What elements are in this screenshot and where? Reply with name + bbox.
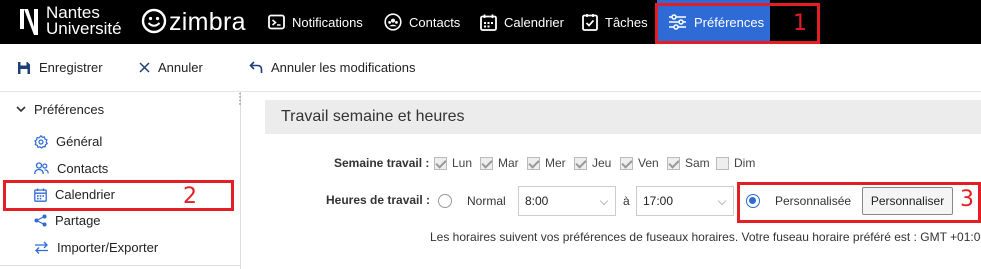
day-label: Mer [545, 156, 566, 170]
end-time-select[interactable]: 17:00 [636, 186, 734, 216]
day-label: Dim [734, 156, 756, 170]
settings-gear-icon [34, 134, 48, 149]
sidebar-item-label: Partage [55, 213, 101, 228]
undo-icon [249, 61, 263, 73]
nav-calendar[interactable]: Calendrier [480, 0, 564, 44]
day-label: Ven [638, 156, 659, 170]
annotation-number: 2 [183, 184, 197, 209]
revert-label: Annuler les modifications [271, 60, 416, 75]
save-icon [18, 61, 30, 74]
checkbox-box[interactable] [480, 156, 493, 170]
sidebar-resize-handle[interactable] [238, 92, 242, 106]
day-label: Sam [685, 156, 710, 170]
checkbox-box[interactable] [667, 156, 680, 170]
zimbra-logo: zimbra [141, 8, 246, 36]
annotation-number: 1 [793, 11, 807, 36]
checkbox-box[interactable] [527, 156, 540, 170]
chevron-down-icon [599, 196, 609, 206]
day-checkbox-jeu[interactable]: Jeu [574, 156, 611, 170]
checkbox-box[interactable] [716, 156, 729, 170]
sidebar-divider [0, 265, 241, 266]
nav-tasks-label: Tâches [605, 14, 648, 30]
work-hours-label: Heures de travail : [326, 193, 431, 207]
zimbra-smiley-icon [141, 8, 167, 34]
day-label: Jeu [592, 156, 612, 170]
day-label: Lun [452, 156, 473, 170]
sidebar-item-label: Général [56, 134, 103, 149]
sidebar-root-label: Préférences [34, 102, 105, 117]
sidebar-item-label: Importer/Exporter [57, 240, 159, 255]
import-export-icon [35, 241, 48, 254]
start-time-value: 8:00 [525, 194, 549, 208]
work-week-label: Semaine travail : [334, 156, 430, 170]
contacts-people-icon [34, 162, 49, 175]
normal-hours-radio[interactable] [438, 194, 452, 208]
annotation-box-custom [737, 182, 981, 223]
nav-contacts[interactable]: Contacts [384, 0, 460, 44]
nantes-logo-mark-icon [20, 9, 38, 35]
day-checkbox-ven[interactable]: Ven [620, 156, 659, 170]
normal-hours-label: Normal [467, 194, 506, 208]
share-icon [34, 214, 47, 227]
chevron-down-icon [717, 196, 727, 206]
checkbox-box[interactable] [434, 156, 447, 170]
annotation-number: 3 [960, 187, 974, 212]
section-title: Travail semaine et heures [281, 108, 465, 125]
day-checkbox-lun[interactable]: Lun [434, 156, 472, 170]
timezone-note: Les horaires suivent vos préférences de … [430, 230, 981, 244]
chevron-down-icon [16, 106, 26, 113]
contacts-icon [384, 13, 402, 31]
day-checkbox-mer[interactable]: Mer [527, 156, 566, 170]
brand-line2: Université [46, 19, 122, 38]
nav-calendar-label: Calendrier [504, 14, 564, 30]
sidebar-item-general[interactable]: Général [34, 134, 102, 149]
nav-tasks[interactable]: Tâches [582, 0, 648, 44]
cancel-label: Annuler [158, 60, 203, 75]
save-label: Enregistrer [39, 60, 103, 75]
day-checkbox-mar[interactable]: Mar [480, 156, 519, 170]
close-icon [139, 62, 150, 73]
nav-notifications-label: Notifications [292, 14, 363, 30]
start-time-select[interactable]: 8:00 [518, 186, 616, 216]
annotation-box-calendar [3, 180, 234, 211]
sidebar-root-preferences[interactable]: Préférences [16, 102, 104, 117]
app-name: zimbra [169, 8, 246, 36]
day-checkbox-dim[interactable]: Dim [716, 156, 755, 170]
save-button[interactable]: Enregistrer [17, 60, 103, 75]
end-time-value: 17:00 [643, 194, 674, 208]
cancel-button[interactable]: Annuler [139, 60, 203, 75]
to-label: à [623, 194, 630, 208]
day-checkbox-sam[interactable]: Sam [667, 156, 710, 170]
sidebar-item-sharing[interactable]: Partage [34, 213, 101, 228]
notifications-icon [268, 14, 285, 30]
tasks-icon [582, 14, 598, 31]
sidebar-item-contacts[interactable]: Contacts [34, 161, 108, 176]
sidebar-item-import-export[interactable]: Importer/Exporter [34, 240, 158, 255]
calendar-icon [480, 14, 497, 31]
action-toolbar: Enregistrer Annuler Annuler les modifica… [0, 44, 981, 92]
checkbox-box[interactable] [574, 156, 587, 170]
top-navigation-bar: Nantes Université zimbra Notifications C… [0, 0, 981, 44]
revert-changes-button[interactable]: Annuler les modifications [249, 60, 416, 75]
nav-notifications[interactable]: Notifications [268, 0, 363, 44]
sidebar-item-label: Contacts [57, 161, 109, 176]
nav-contacts-label: Contacts [409, 14, 461, 30]
day-label: Mar [498, 156, 519, 170]
section-header: Travail semaine et heures [265, 100, 981, 134]
checkbox-box[interactable] [620, 156, 633, 170]
